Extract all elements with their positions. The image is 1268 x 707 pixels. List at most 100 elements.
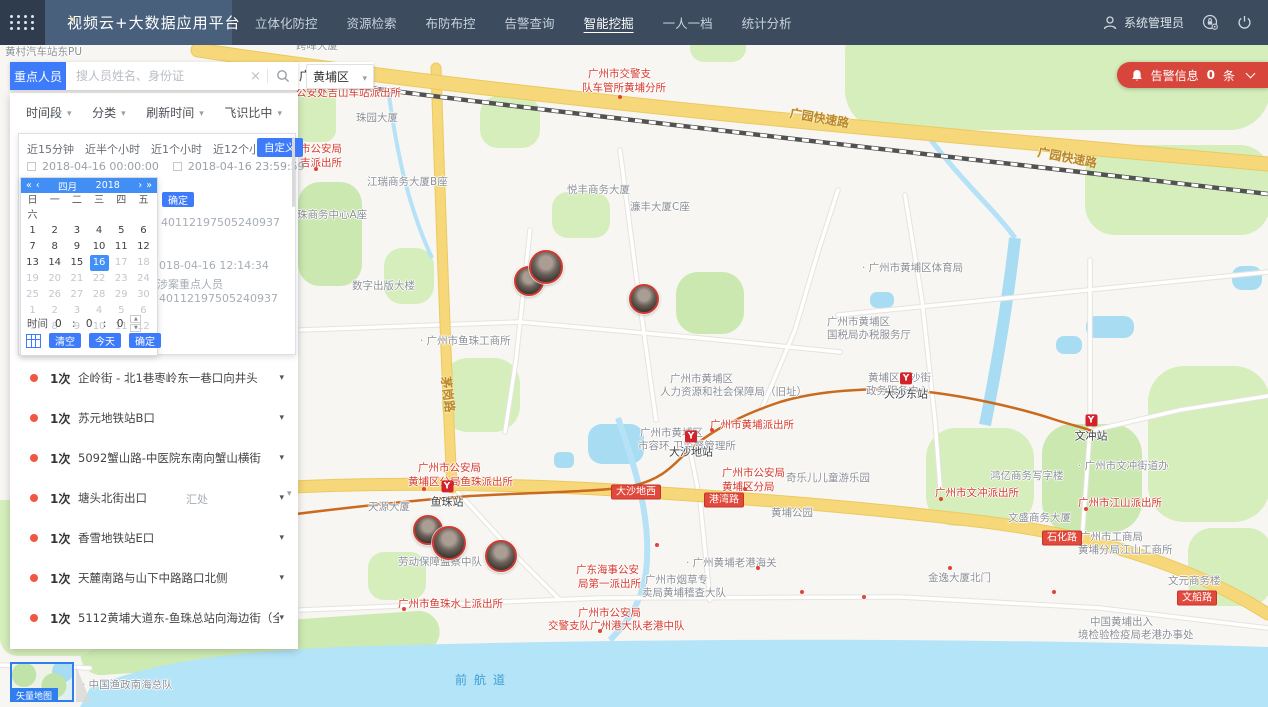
calendar-day-cell[interactable]: 28	[90, 287, 109, 303]
calendar-day-cell[interactable]: 25	[23, 287, 42, 303]
quick-time-option[interactable]: 近15分钟	[27, 141, 74, 157]
chevron-down-icon[interactable]	[279, 573, 284, 583]
underlay-id-number: 40112197505240937	[159, 292, 278, 305]
result-row[interactable]: 1次 5112黄埔大道东-鱼珠总站向海边街（全）	[10, 598, 298, 638]
brand-area: 视频云+大数据应用平台	[45, 0, 232, 45]
chevron-down-icon[interactable]	[279, 533, 284, 543]
quick-time-option[interactable]: 近1个小时	[151, 141, 202, 157]
chevron-down-icon[interactable]	[279, 613, 284, 623]
calendar-day-cell[interactable]: 6	[134, 223, 153, 239]
custom-range-button[interactable]: 自定义	[257, 138, 303, 157]
result-row[interactable]: 1次 塘头北街出口	[10, 478, 298, 518]
power-icon[interactable]	[1237, 15, 1252, 30]
calendar-day-headers: 日 一 二 三 四 五 六	[23, 193, 156, 223]
next-month-button[interactable]: ›	[138, 180, 142, 191]
map-poi-label: · 广州市黄埔区体育局	[862, 260, 963, 275]
metro-icon	[1085, 414, 1097, 426]
calendar-grid-icon[interactable]	[26, 334, 41, 348]
calendar-day-cell[interactable]: 20	[45, 271, 64, 287]
calendar-day-cell[interactable]: 10	[90, 239, 109, 255]
calendar-day-cell[interactable]: 5	[112, 223, 131, 239]
end-date-checkbox[interactable]	[173, 162, 182, 171]
search-input[interactable]	[66, 69, 244, 83]
result-row[interactable]: 1次 5092蟹山路-中医院东南向蟹山横街	[10, 438, 298, 478]
person-detection-marker[interactable]	[432, 526, 466, 560]
app-grid-icon[interactable]	[0, 0, 45, 45]
nav-menu-item[interactable]: 立体化防控	[254, 10, 319, 35]
start-date-checkbox[interactable]	[27, 162, 36, 171]
chevron-down-icon[interactable]	[279, 453, 284, 463]
clear-icon[interactable]: ×	[244, 69, 267, 84]
time-value[interactable]: 0 : 0 : 0	[55, 318, 123, 330]
calendar-confirm-button[interactable]: 确定	[162, 192, 194, 207]
next-year-button[interactable]: »	[146, 180, 152, 191]
result-row[interactable]: 1次 香雪地铁站E口	[10, 518, 298, 558]
security-settings-icon[interactable]	[1202, 14, 1219, 31]
district-selector[interactable]: 黄埔区	[306, 64, 374, 89]
time-stepper[interactable]: ▲▼	[130, 315, 141, 332]
calendar-day-cell[interactable]: 24	[134, 271, 153, 287]
calendar-day-cell[interactable]: 29	[112, 287, 131, 303]
map-poi-label: 人力资源和社会保障局（旧址）	[660, 384, 807, 399]
search-category-button[interactable]: 重点人员	[10, 62, 66, 90]
prev-year-button[interactable]: «	[26, 180, 32, 191]
nav-menu-item[interactable]: 资源检索	[346, 10, 398, 35]
chevron-down-icon[interactable]	[279, 413, 284, 423]
calendar-day-cell[interactable]: 4	[90, 223, 109, 239]
filter-dropdown[interactable]: 飞识比中	[224, 104, 282, 121]
chevron-down-icon[interactable]	[279, 373, 284, 383]
quick-time-option[interactable]: 近半个小时	[85, 141, 140, 157]
calendar-day-cell[interactable]: 15	[67, 255, 86, 271]
result-row[interactable]: 1次 苏元地铁站B口	[10, 398, 298, 438]
result-row[interactable]: 1次 企岭街 - 北1巷枣岭东一巷口向井头	[10, 358, 298, 398]
filter-dropdown[interactable]: 分类	[92, 104, 126, 121]
filter-dropdown[interactable]: 时间段	[26, 104, 72, 121]
today-button[interactable]: 今天	[89, 333, 121, 348]
calendar-day-cell[interactable]: 17	[112, 255, 131, 271]
person-detection-marker[interactable]	[485, 540, 517, 572]
calendar-day-cell[interactable]: 19	[23, 271, 42, 287]
nav-menu-item[interactable]: 告警查询	[504, 10, 556, 35]
calendar-day-cell[interactable]: 16	[90, 255, 109, 271]
nav-menu-item[interactable]: 布防布控	[425, 10, 477, 35]
calendar-year[interactable]: 2018	[96, 180, 120, 191]
person-detection-marker[interactable]	[529, 250, 563, 284]
calendar-day-cell[interactable]: 21	[67, 271, 86, 287]
calendar-day-cell[interactable]: 18	[134, 255, 153, 271]
person-detection-marker[interactable]	[629, 284, 659, 314]
clear-button[interactable]: 清空	[49, 333, 81, 348]
calendar-day-cell[interactable]: 8	[45, 239, 64, 255]
end-date-value[interactable]: 2018-04-16 23:59:59	[188, 160, 305, 173]
calendar-day-cell[interactable]: 12	[134, 239, 153, 255]
calendar-day-cell[interactable]: 3	[67, 223, 86, 239]
road-name-badge: 大沙地西	[611, 485, 661, 500]
user-menu[interactable]: 系统管理员	[1102, 14, 1184, 31]
calendar-day-cell[interactable]: 13	[23, 255, 42, 271]
result-row[interactable]: 1次 天麓南路与山下中路路口北侧	[10, 558, 298, 598]
nav-menu-item[interactable]: 一人一档	[662, 10, 714, 35]
calendar-day-cell[interactable]: 14	[45, 255, 64, 271]
minimap-label[interactable]: 矢量地图	[10, 688, 58, 702]
calendar-day-cell[interactable]: 22	[90, 271, 109, 287]
prev-month-button[interactable]: ‹	[36, 180, 40, 191]
calendar-month[interactable]: 四月	[58, 179, 77, 193]
calendar-day-cell[interactable]: 26	[45, 287, 64, 303]
nav-menu-item[interactable]: 统计分析	[741, 10, 793, 35]
chevron-down-icon[interactable]	[279, 493, 284, 503]
calendar-day-cell[interactable]: 2	[45, 223, 64, 239]
alert-info-bar[interactable]: 告警信息 0 条	[1117, 62, 1268, 88]
filter-dropdown[interactable]: 刷新时间	[146, 104, 204, 121]
nav-menu-item[interactable]: 智能挖掘	[583, 10, 635, 35]
calendar-day-cell[interactable]: 30	[134, 287, 153, 303]
start-date-value[interactable]: 2018-04-16 00:00:00	[42, 160, 159, 173]
search-icon[interactable]	[268, 69, 298, 83]
calendar-day-cell[interactable]: 27	[67, 287, 86, 303]
calendar-day-cell[interactable]: 1	[23, 223, 42, 239]
calendar-day-cell[interactable]: 9	[67, 239, 86, 255]
panel-scrollbar[interactable]	[292, 137, 295, 207]
calendar-day-cell[interactable]: 7	[23, 239, 42, 255]
calendar-day-cell[interactable]: 23	[112, 271, 131, 287]
confirm-button[interactable]: 确定	[129, 333, 161, 348]
calendar-day-cell[interactable]: 11	[112, 239, 131, 255]
time-row: 时间 0 : 0 : 0 ▲▼	[27, 315, 141, 332]
